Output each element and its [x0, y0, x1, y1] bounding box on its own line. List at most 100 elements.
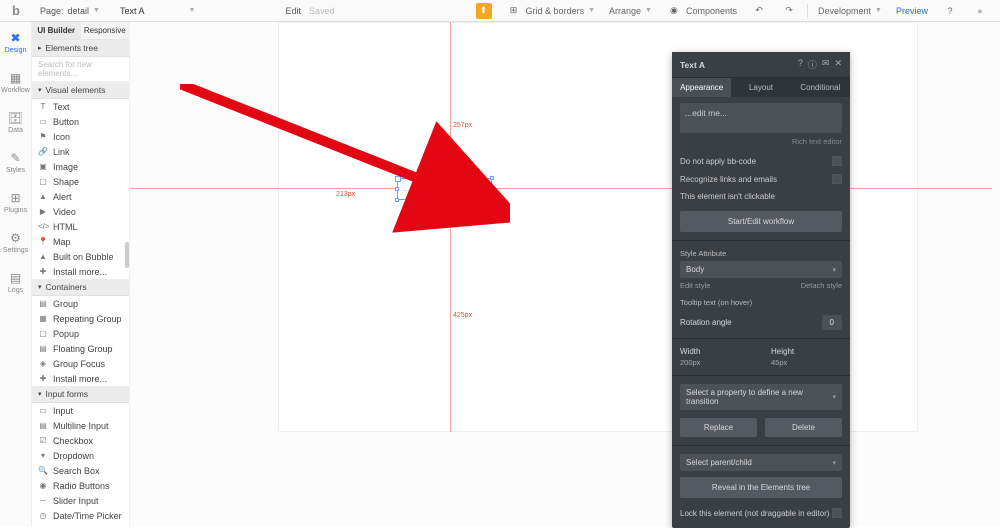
width-value: 200px [680, 358, 751, 367]
replace-button[interactable]: Replace [680, 418, 757, 437]
palette-group[interactable]: ▤Group [32, 296, 129, 311]
edit-mode-label[interactable]: Edit [285, 6, 301, 16]
selected-element-dropdown[interactable]: Text A ▼ [108, 6, 207, 16]
palette-link[interactable]: 🔗Link [32, 144, 129, 159]
alert-icon: ▲ [38, 192, 48, 201]
group-focus-icon: ◈ [38, 359, 48, 368]
undo-button[interactable]: ↶ [747, 3, 771, 19]
palette-video[interactable]: ▶Video [32, 204, 129, 219]
parent-child-dropdown[interactable]: Select parent/child▾ [680, 454, 842, 471]
components-dropdown[interactable]: ◉Components [662, 3, 741, 19]
bbcode-checkbox[interactable] [832, 156, 842, 166]
palette-alert[interactable]: ▲Alert [32, 189, 129, 204]
palette-install-more-visual[interactable]: ✚Install more... [32, 264, 129, 279]
annotation-arrow [180, 84, 510, 234]
dropdown-icon: ▾ [38, 451, 48, 460]
elements-tree-header[interactable]: ▸Elements tree [32, 40, 129, 57]
recognize-links-label: Recognize links and emails [680, 175, 777, 184]
nav-logs[interactable]: ▤Logs [0, 262, 31, 302]
palette-group-focus[interactable]: ◈Group Focus [32, 356, 129, 371]
tab-appearance[interactable]: Appearance [672, 78, 731, 97]
page-selector[interactable]: Page: detail ▼ [32, 6, 108, 16]
palette-built-on-bubble[interactable]: ▲Built on Bubble [32, 249, 129, 264]
lock-element-checkbox[interactable] [832, 508, 842, 518]
palette-floating-group[interactable]: ▤Floating Group [32, 341, 129, 356]
detach-style-link[interactable]: Detach style [801, 281, 842, 290]
map-icon: 📍 [38, 237, 48, 246]
palette-image[interactable]: ▣Image [32, 159, 129, 174]
environment-dropdown[interactable]: Development▼ [814, 6, 886, 16]
tab-responsive[interactable]: Responsive [81, 22, 130, 39]
tab-conditional[interactable]: Conditional [791, 78, 850, 97]
visual-elements-header[interactable]: ▾Visual elements [32, 82, 129, 99]
palette-shape[interactable]: ▢Shape [32, 174, 129, 189]
style-dropdown[interactable]: Body▾ [680, 261, 842, 278]
page-name: detail [68, 6, 90, 16]
rotation-input[interactable]: 0 [822, 315, 842, 330]
comment-icon[interactable]: ✉ [822, 58, 830, 71]
palette-text[interactable]: TText [32, 99, 129, 114]
palette-install-more-containers[interactable]: ✚Install more... [32, 371, 129, 386]
clock-icon: ◷ [38, 511, 48, 520]
reveal-in-tree-button[interactable]: Reveal in the Elements tree [680, 477, 842, 498]
containers-header[interactable]: ▾Containers [32, 279, 129, 296]
nav-plugins[interactable]: ⊞Plugins [0, 182, 31, 222]
edit-style-link[interactable]: Edit style [680, 281, 710, 290]
repeating-group-icon: ▦ [38, 314, 48, 323]
help-button[interactable]: ? [938, 3, 962, 19]
input-forms-header[interactable]: ▾Input forms [32, 386, 129, 403]
search-elements-input[interactable]: Search for new elements... [32, 57, 129, 82]
triangle-down-icon: ▾ [38, 390, 42, 398]
selected-element-label: Text A [120, 6, 145, 16]
palette-dropdown[interactable]: ▾Dropdown [32, 448, 129, 463]
palette-button[interactable]: ▭Button [32, 114, 129, 129]
assistant-button[interactable]: ⬆ [472, 3, 496, 19]
nav-settings[interactable]: ⚙Settings [0, 222, 31, 262]
lock-element-label: Lock this element (not draggable in edit… [680, 509, 829, 518]
settings-icon: ⚙ [10, 231, 21, 245]
info-icon[interactable]: ⓘ [808, 58, 817, 71]
palette-datetime-picker[interactable]: ◷Date/Time Picker [32, 508, 129, 523]
palette-map[interactable]: 📍Map [32, 234, 129, 249]
components-icon: ◉ [666, 3, 682, 19]
recognize-links-checkbox[interactable] [832, 174, 842, 184]
nav-design[interactable]: ✖Design [0, 22, 31, 62]
property-editor[interactable]: Text A ? ⓘ ✉ ✕ Appearance Layout Conditi… [672, 52, 850, 528]
palette-checkbox[interactable]: ☑Checkbox [32, 433, 129, 448]
tab-ui-builder[interactable]: UI Builder [32, 22, 81, 39]
palette-radio-buttons[interactable]: ◉Radio Buttons [32, 478, 129, 493]
grid-borders-dropdown[interactable]: ⊞Grid & borders▼ [502, 3, 599, 19]
palette-popup[interactable]: ▢Popup [32, 326, 129, 341]
palette-slider-input[interactable]: ─Slider Input [32, 493, 129, 508]
palette-search-box[interactable]: 🔍Search Box [32, 463, 129, 478]
nav-data[interactable]: 🗄Data [0, 102, 31, 142]
text-content-input[interactable]: ...edit me... [680, 103, 842, 133]
tab-layout[interactable]: Layout [731, 78, 790, 97]
arrange-dropdown[interactable]: Arrange▼ [605, 6, 656, 16]
transition-dropdown[interactable]: Select a property to define a new transi… [680, 384, 842, 410]
help-icon: ? [942, 3, 958, 19]
sidepanel-scrollbar[interactable] [125, 242, 129, 268]
nav-styles[interactable]: ✎Styles [0, 142, 31, 182]
width-label: Width [680, 347, 751, 356]
help-icon[interactable]: ? [798, 58, 803, 71]
rich-text-editor-link[interactable]: Rich text editor [680, 137, 842, 146]
close-icon[interactable]: ✕ [834, 58, 842, 71]
palette-input[interactable]: ▭Input [32, 403, 129, 418]
slider-icon: ─ [38, 496, 48, 505]
triangle-right-icon: ▸ [38, 44, 42, 52]
palette-multiline-input[interactable]: ▤Multiline Input [32, 418, 129, 433]
palette-html[interactable]: </>HTML [32, 219, 129, 234]
start-workflow-button[interactable]: Start/Edit workflow [680, 211, 842, 232]
account-button[interactable]: ● [968, 3, 992, 19]
logs-icon: ▤ [10, 271, 21, 285]
checkbox-icon: ☑ [38, 436, 48, 445]
plus-icon: ✚ [38, 267, 48, 276]
nav-workflow[interactable]: ▦Workflow [0, 62, 31, 102]
not-clickable-label: This element isn't clickable [680, 192, 775, 201]
redo-button[interactable]: ↷ [777, 3, 801, 19]
palette-icon[interactable]: ⚑Icon [32, 129, 129, 144]
palette-repeating-group[interactable]: ▦Repeating Group [32, 311, 129, 326]
delete-button[interactable]: Delete [765, 418, 842, 437]
preview-button[interactable]: Preview [892, 6, 932, 16]
